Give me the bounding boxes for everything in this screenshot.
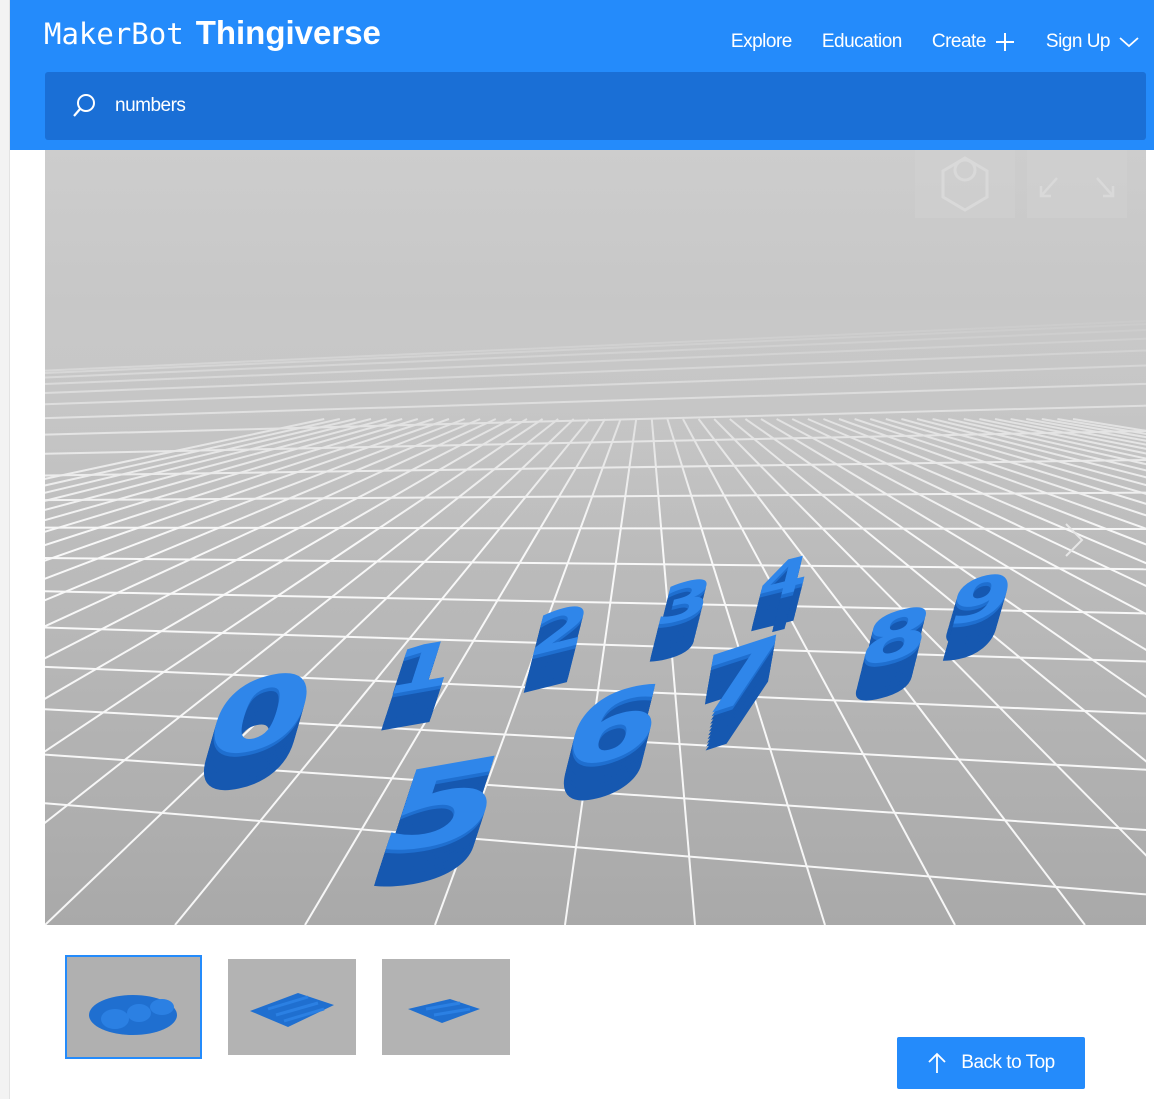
thumbnail-1[interactable] [65, 955, 202, 1059]
viewer-fullscreen-button[interactable] [1027, 150, 1127, 218]
thumbnail-strip [65, 955, 510, 1059]
arrow-up-icon [928, 1052, 946, 1073]
search-bar [45, 72, 1146, 140]
thumbnail-3-image [382, 959, 510, 1055]
nav-create[interactable]: Create [932, 31, 1016, 53]
viewer-scene: 444444444443333333333322222222222 9999999… [45, 150, 1146, 925]
nav-explore-label: Explore [730, 31, 792, 52]
search-input[interactable] [115, 95, 1015, 117]
site-header: MakerBot Thingiverse Explore Education C… [10, 0, 1154, 150]
nav-signup-label: Sign Up [1045, 31, 1111, 52]
search-icon [73, 94, 95, 117]
brand-name: Thingiverse [195, 14, 381, 51]
thumbnail-1-image [67, 957, 200, 1057]
back-to-top-label: Back to Top [961, 1052, 1055, 1073]
thumbnail-2[interactable] [228, 959, 356, 1055]
nav-create-label: Create [931, 31, 987, 52]
nav-education[interactable]: Education [821, 31, 903, 53]
main-nav: Explore Education Create Sign Up [731, 22, 1140, 62]
settings-hex-icon [941, 156, 989, 212]
brand-maker: MakerBot [44, 17, 184, 51]
nav-explore[interactable]: Explore [731, 31, 792, 53]
viewer-settings-button[interactable] [915, 150, 1015, 218]
chevron-down-icon [1119, 37, 1139, 48]
thumbnail-3[interactable] [382, 959, 510, 1055]
window-left-edge [0, 0, 10, 1099]
model-viewer[interactable]: 4444444444433333333333222222222229999999… [45, 150, 1146, 925]
page: MakerBot Thingiverse Explore Education C… [10, 0, 1154, 1099]
plus-icon [995, 33, 1014, 51]
expand-icon [1039, 177, 1115, 198]
back-to-top-button[interactable]: Back to Top [897, 1037, 1085, 1089]
thumbnail-2-image [228, 959, 356, 1055]
brand-logo[interactable]: MakerBot Thingiverse [44, 14, 381, 58]
nav-education-label: Education [821, 31, 903, 52]
nav-signup[interactable]: Sign Up [1046, 31, 1140, 53]
chevron-right-icon[interactable] [1060, 520, 1090, 560]
